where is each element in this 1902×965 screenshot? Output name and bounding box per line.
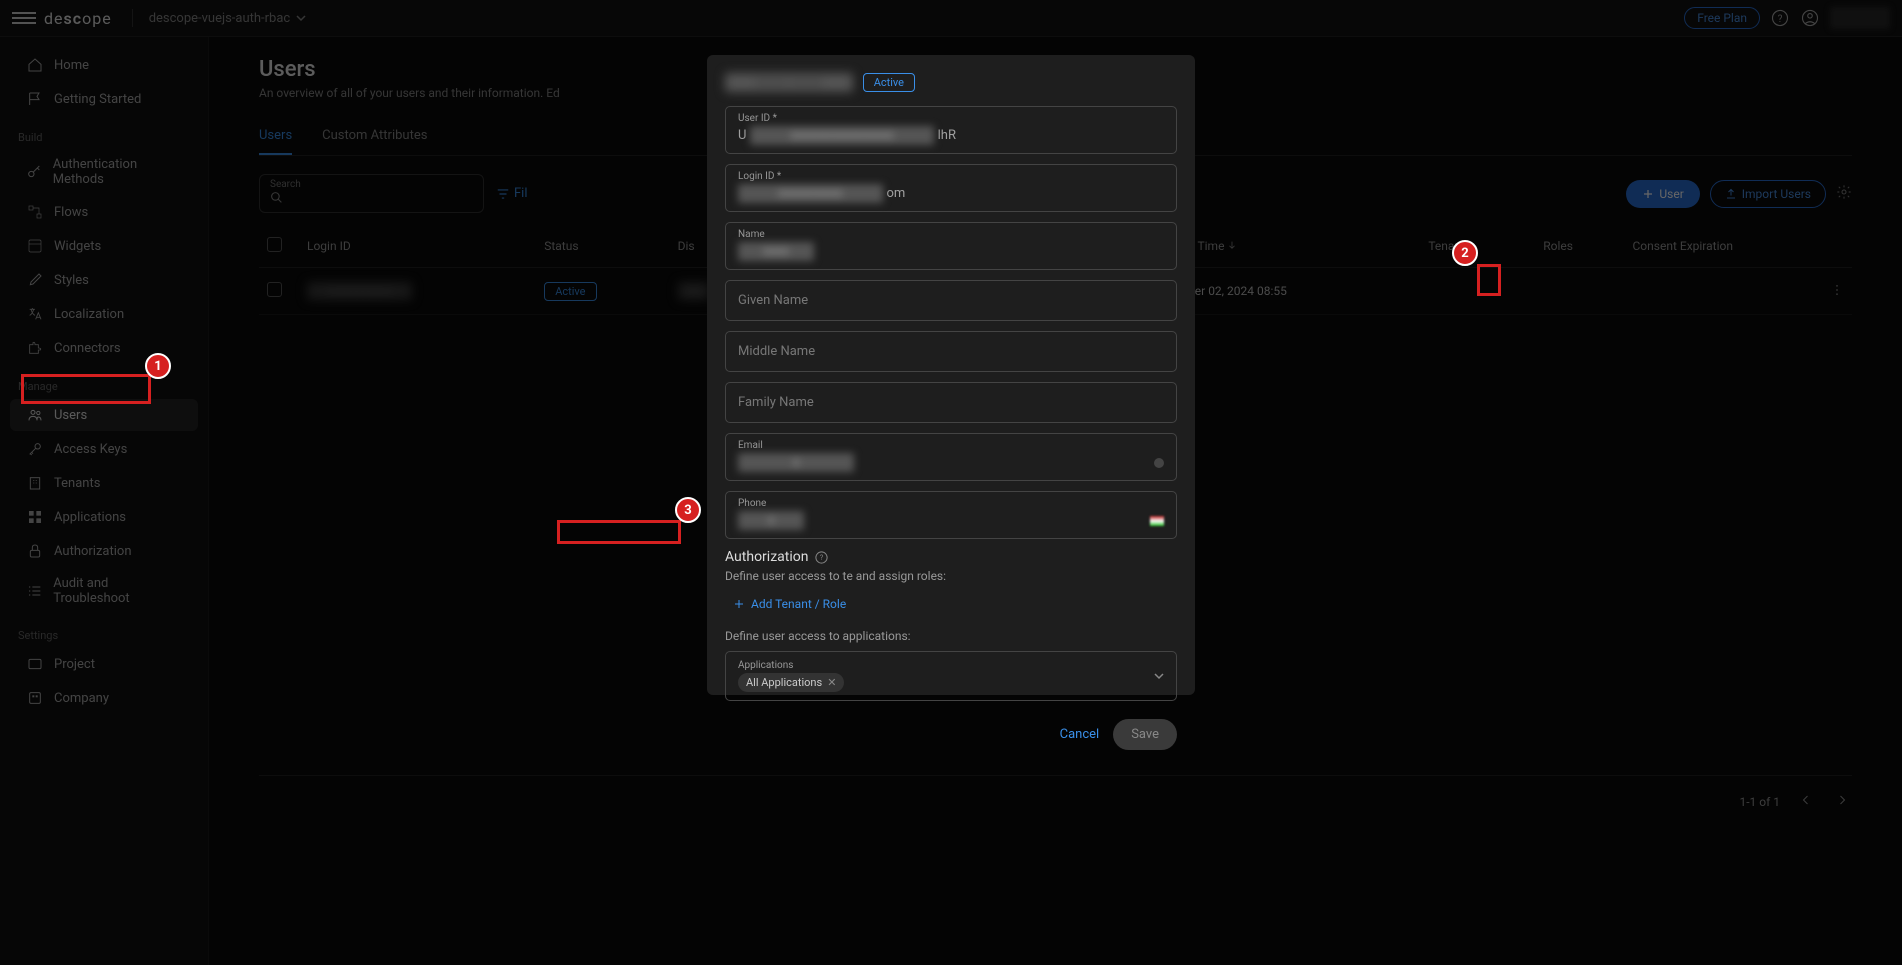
authorization-desc: Define user access to te and assign role…	[725, 569, 1177, 583]
apps-desc: Define user access to applications:	[725, 629, 1177, 643]
apps-label: Applications	[738, 660, 844, 671]
family-name-field[interactable]: Family Name	[725, 382, 1177, 423]
login-id-field[interactable]: Login ID * xxxxxxxxxx om	[725, 164, 1177, 212]
edit-user-modal: xxxxx xxxxx Active User ID * Uxxxxxxxxxx…	[707, 55, 1195, 695]
annotation-1: 1	[145, 353, 171, 379]
cancel-button[interactable]: Cancel	[1060, 719, 1100, 750]
name-label: Name	[738, 229, 1164, 240]
blurred-value: x	[738, 511, 804, 530]
modal-title: xxxxx xxxxx	[725, 73, 853, 92]
modal-status-badge: Active	[863, 73, 915, 92]
login-id-label: Login ID *	[738, 171, 1164, 182]
add-tenant-role-button[interactable]: Add Tenant / Role	[725, 591, 1177, 617]
flag-icon	[1150, 516, 1164, 526]
help-icon[interactable]: ?	[814, 550, 829, 565]
login-id-suffix: om	[887, 186, 906, 201]
blurred-value: xxxx	[738, 242, 814, 261]
chevron-down-icon	[1154, 671, 1164, 681]
name-field[interactable]: Name xxxx	[725, 222, 1177, 270]
phone-field[interactable]: Phone x	[725, 491, 1177, 539]
given-name-field[interactable]: Given Name	[725, 280, 1177, 321]
blurred-value: xxxxxxxxxxxxxxxx	[750, 126, 933, 145]
user-id-label: User ID *	[738, 113, 1164, 124]
status-dot	[1154, 458, 1164, 468]
email-field[interactable]: Email x	[725, 433, 1177, 481]
authorization-title: Authorization ?	[725, 549, 1177, 565]
applications-field[interactable]: Applications All Applications✕	[725, 651, 1177, 701]
user-id-field[interactable]: User ID * UxxxxxxxxxxxxxxxxlhR	[725, 106, 1177, 154]
blurred-value: x	[738, 453, 854, 472]
remove-chip-button[interactable]: ✕	[827, 676, 836, 689]
plus-icon	[733, 598, 745, 610]
email-label: Email	[738, 440, 1164, 451]
app-chip: All Applications✕	[738, 673, 844, 692]
modal-overlay: xxxxx xxxxx Active User ID * Uxxxxxxxxxx…	[0, 0, 1902, 965]
middle-name-field[interactable]: Middle Name	[725, 331, 1177, 372]
user-id-suffix: lhR	[938, 128, 956, 143]
blurred-value: xxxxxxxxxx	[738, 184, 883, 203]
annotation-3: 3	[675, 497, 701, 523]
annotation-2: 2	[1452, 240, 1478, 266]
phone-label: Phone	[738, 498, 1164, 509]
save-button[interactable]: Save	[1113, 719, 1177, 750]
add-tenant-label: Add Tenant / Role	[751, 597, 846, 611]
svg-text:?: ?	[820, 554, 823, 562]
